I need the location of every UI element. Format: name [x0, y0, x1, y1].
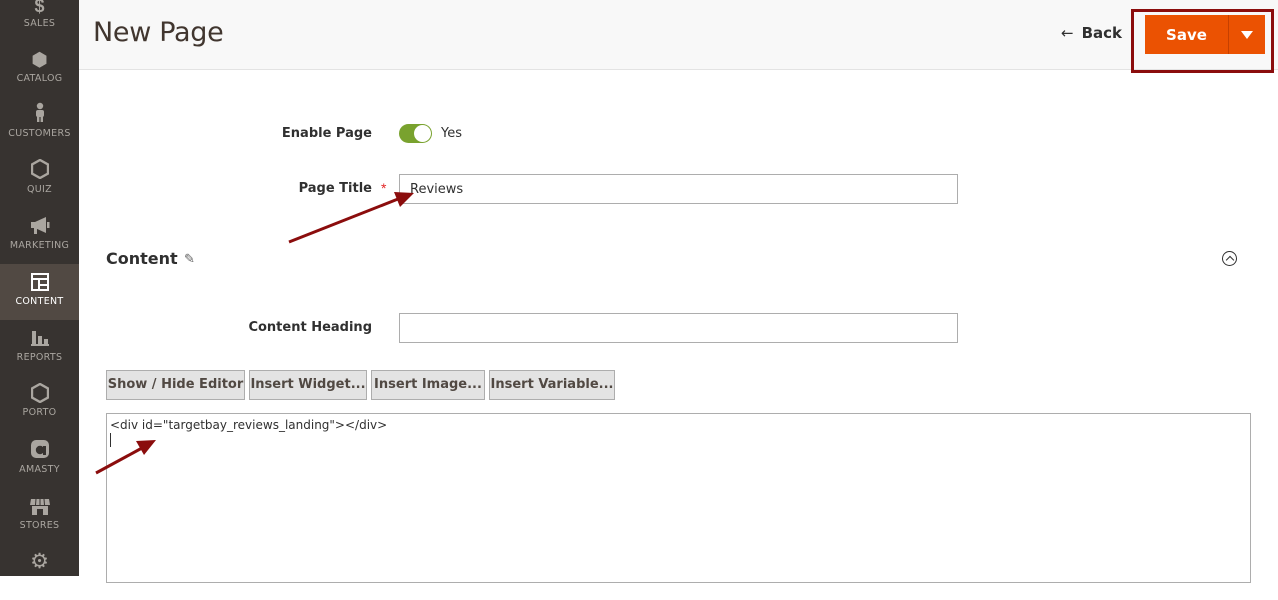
annotation-arrow-editor	[95, 440, 156, 475]
annotation-arrows	[95, 192, 414, 475]
annotation-arrow-title	[288, 192, 414, 244]
